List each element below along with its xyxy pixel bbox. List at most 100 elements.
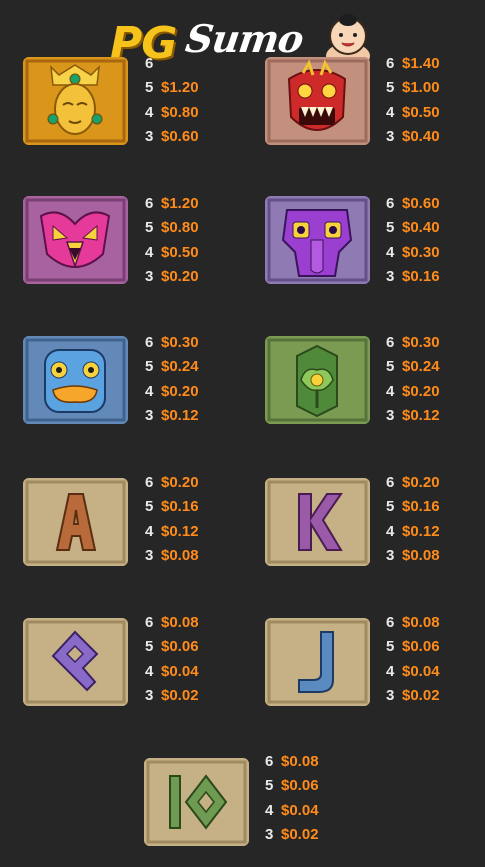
payout-value: $0.24	[402, 358, 440, 376]
payout-row: 3 $0.20	[145, 265, 199, 289]
payout-value: $0.04	[161, 662, 199, 680]
payout-value: $0.12	[161, 522, 199, 540]
match-count: 4	[386, 522, 395, 540]
payout-value: $0.02	[161, 686, 199, 704]
payout-value: $0.02	[281, 825, 319, 843]
match-count: 6	[386, 55, 395, 72]
green-jade-flower-symbol	[265, 336, 370, 424]
payout-value: $0.12	[161, 406, 199, 424]
payout-value: $0.30	[402, 334, 440, 351]
payout-row: 3 $0.40	[386, 125, 440, 149]
match-count: 5	[386, 638, 395, 656]
payout-list: 6 $0.30 5 $0.24 4 $0.20 3 $0.12	[386, 331, 440, 428]
match-count: 6	[145, 334, 154, 351]
match-count: 5	[145, 498, 154, 516]
match-count: 3	[145, 406, 154, 424]
match-count: 6	[386, 614, 395, 631]
payout-list: 6 $1.20 5 $0.80 4 $0.50 3 $0.20	[145, 192, 199, 289]
payout-row: 6 $1.40	[386, 52, 440, 76]
match-count: 6	[386, 334, 395, 351]
match-count: 6	[145, 55, 154, 72]
payout-value: $0.20	[402, 382, 440, 400]
pink-owl-mask-icon	[23, 196, 128, 284]
match-count: 6	[386, 195, 395, 212]
payout-row: 3 $0.02	[145, 684, 199, 708]
payout-row: 4 $0.04	[386, 660, 440, 684]
payout-row: 6 $0.08	[386, 611, 440, 635]
payout-row: 6 $1.20	[145, 192, 199, 216]
blue-frog-mask-symbol	[23, 336, 128, 424]
payout-row: 5 $0.24	[145, 355, 199, 379]
payout-value: $0.30	[402, 243, 440, 261]
payout-row: 4 $0.50	[145, 241, 199, 265]
match-count: 4	[145, 522, 154, 540]
payout-value: $0.02	[402, 686, 440, 704]
payout-value: $0.20	[161, 267, 199, 285]
payout-value: $0.08	[161, 614, 199, 631]
letter-j-icon	[265, 618, 370, 706]
payout-value: $1.00	[402, 79, 440, 97]
payout-value: $0.06	[402, 638, 440, 656]
match-count: 4	[265, 801, 274, 819]
match-count: 6	[145, 474, 154, 491]
letter-k-icon	[265, 478, 370, 566]
payout-row: 5 $0.80	[145, 216, 199, 240]
red-demon-mask-symbol	[265, 57, 370, 145]
payout-row: 6 $0.30	[386, 331, 440, 355]
match-count: 5	[265, 777, 274, 795]
payout-value: $0.60	[402, 195, 440, 212]
payout-list: 6 $0.20 5 $0.16 4 $0.12 3 $0.08	[145, 471, 199, 568]
payout-list: 6 5 $1.20 4 $0.80 3 $0.60	[145, 52, 199, 149]
purple-mask-symbol	[265, 196, 370, 284]
number-10-icon	[144, 758, 249, 846]
match-count: 3	[386, 127, 395, 145]
purple-mask-icon	[265, 196, 370, 284]
payout-value: $0.20	[402, 474, 440, 491]
match-count: 4	[386, 103, 395, 121]
match-count: 4	[145, 662, 154, 680]
payout-row: 5 $0.06	[265, 774, 319, 798]
payout-row: 4 $0.12	[386, 520, 440, 544]
payout-row: 5 $0.24	[386, 355, 440, 379]
match-count: 3	[265, 825, 274, 843]
payout-row: 4 $0.80	[145, 101, 199, 125]
number-10-symbol	[144, 758, 249, 846]
match-count: 4	[145, 382, 154, 400]
golden-mask-symbol	[23, 57, 128, 145]
payout-value: $1.40	[402, 55, 440, 72]
pink-owl-mask-symbol	[23, 196, 128, 284]
payout-row: 5 $1.20	[145, 76, 199, 100]
payout-value: $0.50	[161, 243, 199, 261]
payout-list: 6 $0.30 5 $0.24 4 $0.20 3 $0.12	[145, 331, 199, 428]
payout-value: $0.20	[161, 474, 199, 491]
payout-row: 3 $0.16	[386, 265, 440, 289]
payout-value: $0.08	[402, 614, 440, 631]
payout-row: 3 $0.12	[145, 404, 199, 428]
payout-value: $0.12	[402, 522, 440, 540]
payout-value: $0.50	[402, 103, 440, 121]
payout-row: 3 $0.08	[145, 544, 199, 568]
match-count: 5	[145, 358, 154, 376]
payout-row: 4 $0.30	[386, 241, 440, 265]
green-jade-flower-icon	[265, 336, 370, 424]
letter-a-icon	[23, 478, 128, 566]
payout-value: $0.80	[161, 103, 199, 121]
payout-value: $0.08	[402, 546, 440, 564]
payout-row: 4 $0.12	[145, 520, 199, 544]
payout-list: 6 $0.08 5 $0.06 4 $0.04 3 $0.02	[386, 611, 440, 708]
letter-q-symbol	[23, 618, 128, 706]
red-demon-mask-icon	[265, 57, 370, 145]
payout-value: $0.06	[281, 777, 319, 795]
match-count: 5	[145, 638, 154, 656]
payout-list: 6 $0.08 5 $0.06 4 $0.04 3 $0.02	[265, 750, 319, 847]
payout-row: 6 $0.60	[386, 192, 440, 216]
match-count: 3	[145, 127, 154, 145]
payout-value: $1.20	[161, 195, 199, 212]
payout-value: $0.08	[161, 546, 199, 564]
match-count: 3	[386, 686, 395, 704]
golden-mask-icon	[23, 57, 128, 145]
payout-value: $0.24	[161, 358, 199, 376]
match-count: 3	[386, 546, 395, 564]
match-count: 4	[386, 382, 395, 400]
payout-row: 3 $0.02	[386, 684, 440, 708]
